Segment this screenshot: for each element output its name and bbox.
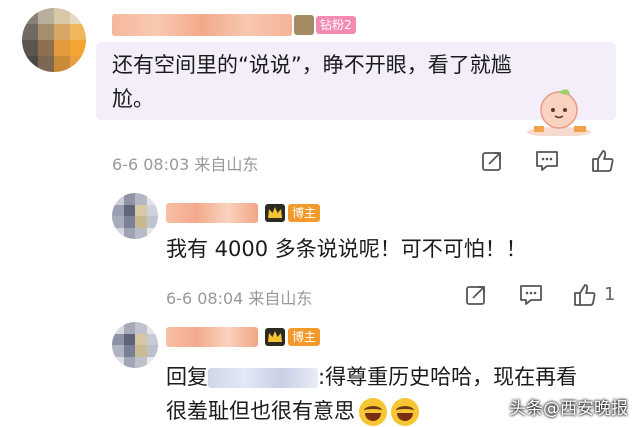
username-blurred[interactable] xyxy=(166,203,258,223)
like-button[interactable] xyxy=(572,282,598,308)
share-button[interactable] xyxy=(480,149,504,173)
comment-icon xyxy=(536,151,558,171)
fan-badge-label: 钻粉2 xyxy=(316,16,356,34)
laughing-tears-emoji xyxy=(359,398,387,426)
author-badge-label: 博主 xyxy=(288,328,321,346)
watermark: 头条@西安晚报 xyxy=(509,399,628,419)
diamond-icon xyxy=(294,15,314,35)
comment-button[interactable] xyxy=(518,283,544,307)
author-badge: 博主 xyxy=(264,203,321,223)
comment-text: 我有 4000 多条说说呢！可不可怕！！ xyxy=(166,237,527,261)
comment-button[interactable] xyxy=(534,149,560,173)
peach-sticker-icon xyxy=(527,89,591,136)
comment-text-line: 回复 :得尊重历史哈哈，现在再看 xyxy=(166,360,636,394)
share-icon xyxy=(466,286,485,305)
reply-username-blurred[interactable] xyxy=(208,368,318,388)
share-button[interactable] xyxy=(464,283,488,307)
crown-icon xyxy=(265,204,285,222)
reply-text: :得尊重历史哈哈，现在再看 xyxy=(318,365,578,389)
author-badge: 博主 xyxy=(264,327,321,347)
like-icon xyxy=(592,150,614,172)
username-blurred[interactable] xyxy=(112,14,292,36)
avatar[interactable] xyxy=(22,8,86,72)
like-count: 1 xyxy=(604,284,616,305)
share-icon xyxy=(482,152,501,171)
fan-badge: 钻粉2 xyxy=(294,15,356,35)
comment-text: 还有空间里的“说说”，睁不开眼，看了就尴 尬。 xyxy=(112,48,532,116)
author-badge-label: 博主 xyxy=(288,204,321,222)
laughing-tears-emoji xyxy=(391,398,419,426)
reply-text-line2: 很羞耻但也很有意思 xyxy=(166,399,355,423)
like-icon xyxy=(574,284,596,306)
comment-text-line: 还有空间里的“说说”，睁不开眼，看了就尴 xyxy=(112,53,512,77)
crown-icon xyxy=(265,328,285,346)
username-blurred[interactable] xyxy=(166,327,258,347)
like-button[interactable] xyxy=(590,148,616,174)
reply-prefix: 回复 xyxy=(166,365,208,389)
comment-meta: 6-6 08:04 来自山东 xyxy=(166,289,313,308)
comment-meta: 6-6 08:03 来自山东 xyxy=(112,155,259,174)
comment-icon xyxy=(520,285,542,305)
comment-text-line: 尬。 xyxy=(112,87,154,111)
avatar[interactable] xyxy=(112,193,158,239)
avatar[interactable] xyxy=(112,322,158,368)
